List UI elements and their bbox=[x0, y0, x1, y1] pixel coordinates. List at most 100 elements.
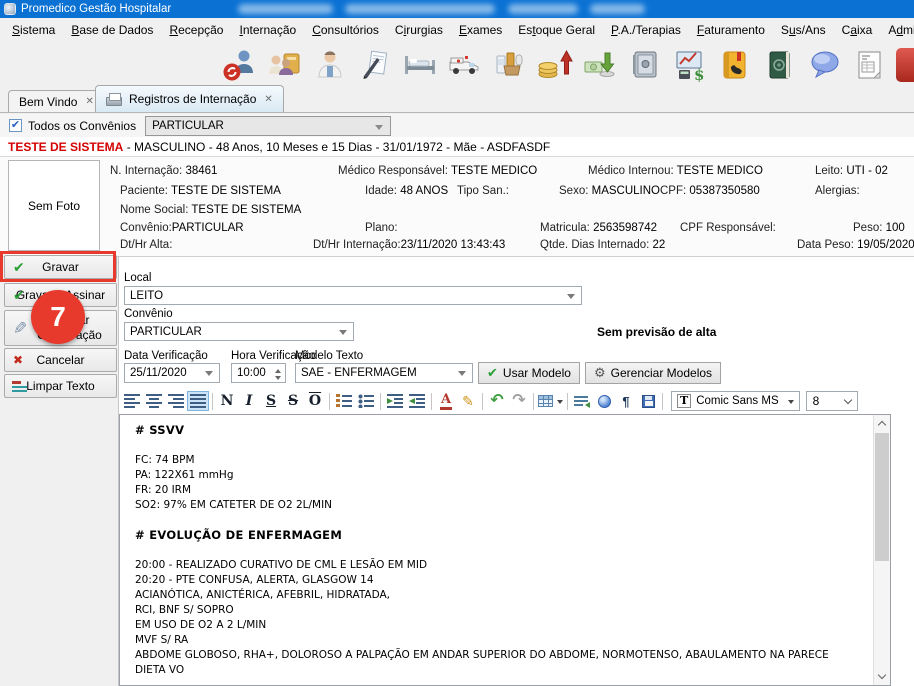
cancelar-button[interactable]: ✖ Cancelar bbox=[4, 348, 117, 372]
editor-line: 20:00 - REALIZADO CURATIVO DE CML E LESÃ… bbox=[135, 558, 870, 573]
editor-line: 20:20 - PTE CONFUSA, ALERTA, GLASGOW 14 bbox=[135, 573, 870, 588]
close-icon[interactable]: ✕ bbox=[264, 94, 272, 105]
save-text-button[interactable] bbox=[637, 391, 659, 411]
menu-item[interactable]: Recepção bbox=[161, 20, 231, 40]
prescription-icon[interactable] bbox=[356, 46, 394, 84]
menu-item[interactable]: Consultórios bbox=[304, 20, 387, 40]
clipped-icon[interactable] bbox=[896, 48, 914, 82]
data-verificacao-value: 25/11/2020 bbox=[130, 367, 187, 379]
indent-increase-button[interactable] bbox=[384, 391, 406, 411]
invoice-icon[interactable] bbox=[851, 46, 889, 84]
modelo-texto-select[interactable]: SAE - ENFERMAGEM bbox=[295, 363, 473, 383]
data-verificacao-select[interactable]: 25/11/2020 bbox=[124, 363, 220, 383]
overline-button[interactable]: O bbox=[304, 391, 326, 411]
menu-item[interactable]: Cirurgias bbox=[387, 20, 451, 40]
limpar-texto-button[interactable]: Limpar Texto bbox=[4, 374, 117, 398]
text-editor[interactable]: # SSVV FC: 74 BPMPA: 122X61 mmHgFR: 20 I… bbox=[119, 414, 891, 686]
convenio-filter-value: PARTICULAR bbox=[152, 120, 224, 132]
editor-content[interactable]: # SSVV FC: 74 BPMPA: 122X61 mmHgFR: 20 I… bbox=[135, 423, 870, 685]
tab-label: Registros de Internação bbox=[129, 92, 256, 106]
scroll-down-icon[interactable] bbox=[878, 671, 886, 679]
font-color-button[interactable]: A bbox=[435, 391, 457, 411]
indent-increase-icon bbox=[387, 394, 403, 408]
chat-icon[interactable] bbox=[806, 46, 844, 84]
spinner-arrows[interactable] bbox=[275, 366, 281, 383]
pharmacy-stock-icon[interactable] bbox=[491, 46, 529, 84]
gravar-button[interactable]: ✔ Gravar bbox=[4, 255, 117, 279]
data-verificacao-label: Data Verificação bbox=[124, 350, 208, 362]
editor-line: DIETA VO bbox=[135, 663, 870, 678]
menu-item[interactable]: Internação bbox=[231, 20, 304, 40]
local-select[interactable]: LEITO bbox=[124, 286, 582, 305]
font-size-select[interactable]: 8 bbox=[806, 391, 858, 411]
bullet-list-button[interactable] bbox=[355, 391, 377, 411]
overline-icon: O bbox=[309, 394, 321, 408]
insert-time-button[interactable] bbox=[593, 391, 615, 411]
indent-decrease-button[interactable] bbox=[406, 391, 428, 411]
redacted-text bbox=[508, 4, 578, 14]
menu-item[interactable]: Faturamento bbox=[689, 20, 773, 40]
check-icon: ✔ bbox=[13, 288, 25, 302]
redacted-text bbox=[590, 4, 645, 14]
ledger-book-icon[interactable] bbox=[761, 46, 799, 84]
redo-button[interactable]: ↷ bbox=[508, 391, 530, 411]
indent-decrease-icon bbox=[409, 394, 425, 408]
bold-button[interactable]: N bbox=[216, 391, 238, 411]
numbered-list-icon bbox=[336, 394, 352, 408]
form-area: Local LEITO Convênio PARTICULAR Sem prev… bbox=[118, 257, 914, 686]
info-alergias: Alergias: bbox=[815, 185, 860, 197]
safe-icon[interactable] bbox=[626, 46, 664, 84]
menu-item[interactable]: Exames bbox=[451, 20, 510, 40]
insert-text-button[interactable] bbox=[571, 391, 593, 411]
convenio-select[interactable]: PARTICULAR bbox=[124, 322, 354, 341]
menu-item[interactable]: P.A./Terapias bbox=[603, 20, 689, 40]
patient-records-icon[interactable] bbox=[266, 46, 304, 84]
scroll-up-icon[interactable] bbox=[878, 421, 886, 429]
convenio-filter-select[interactable]: PARTICULAR bbox=[145, 116, 391, 136]
highlight-button[interactable]: ✎ bbox=[457, 391, 479, 411]
chevron-down-icon bbox=[788, 400, 794, 407]
expense-down-icon[interactable] bbox=[581, 46, 619, 84]
hospital-bed-icon[interactable] bbox=[401, 46, 439, 84]
font-family-value: Comic Sans MS bbox=[696, 395, 778, 407]
underline-button[interactable]: S bbox=[260, 391, 282, 411]
scrollbar-thumb[interactable] bbox=[875, 433, 889, 561]
editor-scrollbar[interactable] bbox=[873, 415, 890, 685]
close-icon[interactable]: ✕ bbox=[85, 96, 93, 107]
strikethrough-button[interactable]: S bbox=[282, 391, 304, 411]
menu-item[interactable]: Caixa bbox=[834, 20, 881, 40]
justify-button[interactable] bbox=[187, 391, 209, 411]
align-center-button[interactable] bbox=[143, 391, 165, 411]
align-left-button[interactable] bbox=[121, 391, 143, 411]
hora-verificacao-spinner[interactable]: 10:00 bbox=[231, 363, 286, 383]
tab-bem-vindo[interactable]: Bem Vindo ✕ bbox=[8, 90, 105, 112]
info-cpf: CPF: 05387350580 bbox=[660, 185, 760, 197]
menu-item[interactable]: Sus/Ans bbox=[773, 20, 834, 40]
ambulance-icon[interactable] bbox=[446, 46, 484, 84]
sync-patient-icon[interactable] bbox=[221, 46, 259, 84]
titlebar: Promedico Gestão Hospitalar bbox=[0, 0, 914, 18]
menu-item[interactable]: Base de Dados bbox=[63, 20, 161, 40]
font-family-select[interactable]: T Comic Sans MS bbox=[671, 391, 800, 411]
phone-directory-icon[interactable] bbox=[716, 46, 754, 84]
local-label: Local bbox=[124, 272, 152, 284]
menu-item[interactable]: Administração bbox=[880, 20, 914, 40]
undo-button[interactable]: ↶ bbox=[486, 391, 508, 411]
menu-item[interactable]: Estoque Geral bbox=[510, 20, 603, 40]
financial-panel-icon[interactable]: $ bbox=[671, 46, 709, 84]
info-medico-responsavel: Médico Responsável: TESTE MEDICO bbox=[338, 165, 537, 177]
numbered-list-button[interactable] bbox=[333, 391, 355, 411]
usar-modelo-button[interactable]: ✔ Usar Modelo bbox=[478, 362, 580, 384]
doctor-icon[interactable] bbox=[311, 46, 349, 84]
italic-button[interactable]: I bbox=[238, 391, 260, 411]
menubar-items: SistemaBase de DadosRecepçãoInternaçãoCo… bbox=[0, 18, 914, 42]
menu-item[interactable]: Sistema bbox=[4, 20, 63, 40]
gerenciar-modelos-button[interactable]: ⚙ Gerenciar Modelos bbox=[585, 362, 721, 384]
bullet-list-icon bbox=[358, 394, 374, 408]
revenue-up-icon[interactable] bbox=[536, 46, 574, 84]
tab-registros-internacao[interactable]: Registros de Internação ✕ bbox=[95, 85, 284, 112]
todos-convenios-checkbox[interactable]: ✔ bbox=[9, 119, 22, 132]
paragraph-marks-button[interactable]: ¶ bbox=[615, 391, 637, 411]
insert-table-button[interactable] bbox=[537, 391, 564, 411]
align-right-button[interactable] bbox=[165, 391, 187, 411]
